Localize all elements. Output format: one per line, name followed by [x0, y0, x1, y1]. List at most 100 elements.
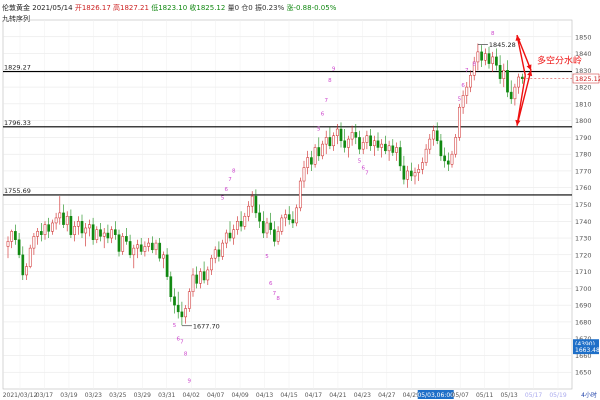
candle-body [417, 169, 421, 173]
candle-body [435, 130, 439, 142]
candle-body [465, 86, 469, 96]
td-label-up: 5 [221, 195, 225, 201]
candle-body [43, 224, 47, 235]
candle-body [121, 236, 125, 252]
y-tick-label: 1730 [575, 235, 592, 243]
candle-body [125, 236, 128, 242]
x-tick-label: 05/17 [525, 392, 542, 399]
candle-body [332, 135, 335, 147]
y-tick-label: 1820 [575, 84, 592, 92]
candle-body [69, 215, 73, 235]
x-tick-label: 04/23 [354, 392, 371, 399]
candle-body [91, 224, 95, 240]
td-label-up: 7 [228, 177, 232, 183]
y-tick-label: 1770 [575, 167, 592, 175]
y-tick-label: 1830 [575, 67, 592, 75]
candle-body [65, 215, 69, 225]
x-tick-label: 03/31 [158, 392, 175, 399]
x-tick-label: 03/25 [109, 392, 126, 399]
y-tick-label: 1700 [575, 285, 592, 293]
candle-body [395, 147, 398, 153]
x-tick-label: 03/19 [60, 392, 77, 399]
candle-body [421, 162, 424, 170]
candle-body [321, 143, 324, 157]
x-tick-label: 04/07 [207, 392, 224, 399]
y-tick-label: 1800 [575, 117, 592, 125]
x-tick-label: 04/09 [231, 392, 248, 399]
price-axis[interactable]: 1650166016701680169017001710172017301740… [522, 33, 600, 377]
candle-body [372, 140, 376, 147]
candle-body [384, 143, 387, 152]
candle-body [461, 95, 465, 108]
candle-body [132, 247, 136, 256]
candle-body [406, 170, 409, 180]
candle-body [247, 205, 250, 217]
candle-body [228, 232, 232, 239]
candle-body [136, 244, 139, 249]
x-tick-label: 04/21 [329, 392, 346, 399]
low-marker-label: 1677.70 [193, 322, 220, 330]
candle-body [232, 229, 236, 239]
candle-body [154, 242, 158, 251]
y-tick-label: 1810 [575, 100, 592, 108]
candle-body [76, 221, 80, 227]
candle-body [369, 135, 372, 147]
candle-body [21, 254, 25, 276]
candle-body [454, 137, 458, 155]
td-label-up: 7 [465, 68, 469, 74]
x-tick-label: 03/17 [36, 392, 53, 399]
candle-body [509, 91, 513, 100]
candle-body [458, 106, 461, 138]
candle-body [347, 138, 350, 148]
candle-body [317, 147, 321, 157]
candle-body [84, 227, 88, 234]
candle-body [17, 239, 21, 256]
candle-body [224, 232, 228, 244]
candle-body [269, 222, 273, 230]
candle-body [32, 236, 36, 249]
level-line-label: 1829.27 [4, 64, 31, 72]
candle-body [184, 308, 187, 318]
candle-body [73, 226, 76, 235]
candle-body [335, 128, 339, 136]
candle-body [517, 76, 520, 88]
candle-body [432, 130, 435, 140]
x-tick-label: 04/02 [183, 392, 200, 399]
candle-body [324, 137, 328, 145]
candle-body [483, 53, 487, 61]
y-tick-label: 1790 [575, 134, 592, 142]
candle-body [365, 135, 369, 143]
candle-body [187, 291, 191, 309]
level-line-label: 1796.33 [4, 119, 31, 127]
level-lines: 1829.27 1796.33 1755.69 [3, 64, 572, 196]
candle-body [413, 172, 417, 177]
time-axis[interactable]: 2021/03/1203/17 03/19 03/23 03/25 03/29 03/31… [3, 390, 597, 399]
candle-body [350, 132, 354, 140]
candlestick-chart[interactable]: 1829.271796.331755.69 567856789567885678… [0, 0, 600, 400]
candle-body [191, 274, 195, 292]
candle-body [280, 217, 284, 232]
candle-body [302, 167, 306, 182]
candle-body [210, 257, 213, 271]
candle-body [139, 244, 143, 252]
candle-body [10, 231, 14, 242]
candle-body [424, 148, 428, 163]
candle-body [428, 138, 432, 150]
level-line-label: 1755.69 [4, 187, 31, 195]
y-tick-label: 1840 [575, 50, 592, 58]
candle-body [276, 231, 280, 242]
candle-body [328, 137, 332, 147]
y-tick-label: 1650 [575, 369, 592, 377]
candle-body [158, 242, 162, 259]
candle-body [273, 229, 276, 242]
y-tick-label: 1850 [575, 33, 592, 41]
candle-body [380, 143, 384, 148]
candle-body [313, 147, 317, 165]
y-tick-label: 1760 [575, 184, 592, 192]
candle-body [28, 247, 32, 267]
td-label-down: 9 [188, 378, 192, 384]
y-tick-label: 1750 [575, 201, 592, 209]
td-label-up: 8 [232, 169, 236, 175]
td-label-down: 6 [269, 281, 273, 287]
td-label-down: 5 [358, 159, 362, 165]
